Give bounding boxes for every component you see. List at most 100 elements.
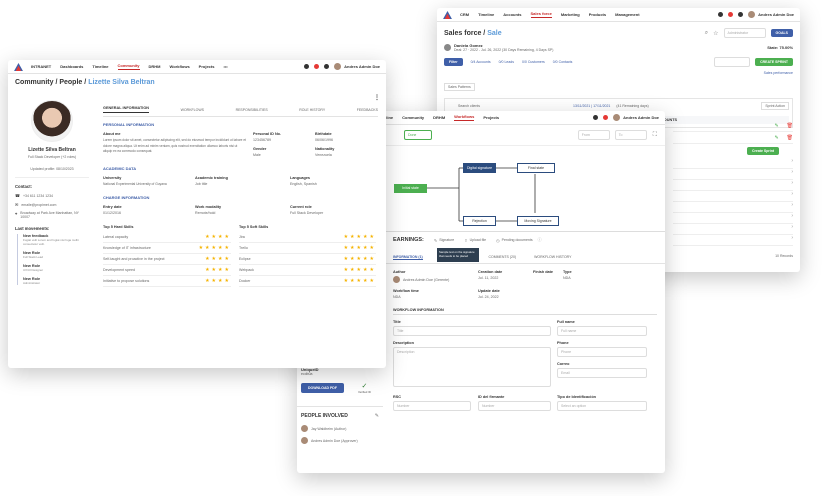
more-menu-icon[interactable]: ••• — [223, 64, 227, 69]
nav-projects[interactable]: Projects — [483, 115, 499, 120]
search-clients-input[interactable]: Search clients — [458, 104, 538, 108]
from-select[interactable]: From — [577, 130, 610, 140]
upload-icon[interactable]: ⇪ — [464, 238, 467, 243]
nav-dashboards[interactable]: Dashboards — [60, 64, 83, 69]
sales-patterns-chip[interactable]: Sales Patterns — [444, 83, 475, 91]
nav-timeline[interactable]: Timeline — [478, 12, 494, 17]
pending-icon[interactable]: ◷ — [496, 238, 500, 243]
create-sprint-button[interactable]: CREATE SPRINT — [755, 58, 793, 66]
id-type-select[interactable]: Select an option — [557, 401, 647, 411]
signer-id-input[interactable]: Number — [478, 401, 551, 411]
edit-icon[interactable]: ✎ — [774, 135, 778, 141]
flow-node-initial[interactable]: Initial state — [394, 184, 427, 193]
nav-crm[interactable]: CRM — [460, 12, 469, 17]
tab-accounts[interactable]: 0/4 Accounts — [471, 60, 491, 64]
tab-comments[interactable]: COMMENTS (20) — [488, 255, 516, 260]
title-input[interactable]: Title — [393, 326, 551, 336]
collapsed-row[interactable]: › — [673, 202, 793, 213]
value-select[interactable] — [714, 57, 751, 67]
user-name[interactable]: Andres Admin Doe — [623, 115, 659, 120]
nav-drhm[interactable]: DRHM — [433, 115, 445, 120]
notifications-icon[interactable] — [304, 64, 310, 69]
collapsed-row[interactable]: › — [673, 213, 793, 224]
search-icon[interactable]: ⌕ — [705, 30, 708, 37]
fullscreen-icon[interactable]: ⛶ — [653, 132, 657, 139]
download-pdf-button[interactable]: DOWNLOAD PDF — [301, 383, 344, 393]
nav-workflows[interactable]: Workflows — [170, 64, 190, 69]
date-range[interactable]: 13/11/2021 | 17/11/2021 — [573, 104, 610, 108]
nav-drhm[interactable]: DRHM — [149, 64, 161, 69]
star-icon[interactable]: ☆ — [713, 30, 718, 37]
flow-node-digital-signature[interactable]: Digital signature — [463, 163, 496, 173]
tab-workflow-history[interactable]: WORKFLOW HISTORY — [534, 255, 571, 260]
more-options-icon[interactable]: ⋮ — [374, 94, 380, 101]
avatar[interactable] — [334, 63, 342, 70]
edit-icon[interactable]: ✎ — [774, 123, 778, 129]
signature-action[interactable]: Signature — [439, 238, 454, 242]
avatar[interactable] — [613, 114, 621, 121]
nav-accounts[interactable]: Accounts — [503, 12, 521, 17]
signature-icon[interactable]: ✎ — [434, 238, 437, 243]
collapsed-row[interactable]: › — [673, 224, 793, 235]
nav-management[interactable]: Management — [615, 12, 639, 17]
table-row[interactable]: ✎ 🗑 — [673, 132, 793, 144]
collapsed-row[interactable]: › — [673, 169, 793, 180]
flow-node-final[interactable]: Final state — [517, 163, 555, 173]
notifications-icon[interactable] — [718, 12, 724, 17]
tab-customers[interactable]: 0/0 Customers — [522, 60, 545, 64]
description-textarea[interactable]: Description — [393, 347, 551, 387]
nav-workflows[interactable]: Workflows — [454, 114, 475, 121]
tab-information[interactable]: INFORMATION (1) — [393, 255, 423, 260]
tab-responsibilities[interactable]: RESPONSIBILITIES — [236, 108, 268, 112]
settings-icon[interactable] — [738, 12, 744, 17]
flow-node-rejection[interactable]: Rejection — [463, 216, 496, 226]
nav-community[interactable]: Community — [117, 63, 140, 70]
pending-action[interactable]: Pending documents — [502, 238, 533, 242]
alerts-icon[interactable] — [603, 115, 609, 120]
delete-icon[interactable]: 🗑 — [787, 135, 793, 141]
delete-icon[interactable]: 🗑 — [787, 123, 793, 129]
tab-workflows[interactable]: WORKFLOWS — [181, 108, 204, 112]
nav-products[interactable]: Products — [589, 12, 606, 17]
admin-select[interactable]: Administrator — [723, 28, 766, 38]
tab-general-information[interactable]: GENERAL INFORMATION — [103, 106, 150, 113]
nav-intranet[interactable]: INTRANET — [31, 64, 51, 69]
sales-performance-link[interactable]: Sales performance — [764, 71, 793, 75]
user-name[interactable]: Andres Admin Doe — [344, 64, 380, 69]
filter-button[interactable]: Filter — [444, 58, 463, 66]
avatar[interactable] — [748, 11, 756, 18]
nav-timeline[interactable]: Timeline — [92, 64, 108, 69]
edit-people-icon[interactable]: ✎ — [375, 413, 379, 419]
upload-action[interactable]: Upload file — [470, 238, 487, 242]
notifications-icon[interactable] — [593, 115, 599, 120]
settings-icon[interactable] — [324, 64, 330, 69]
nav-sales-force[interactable]: Sales force — [530, 11, 552, 18]
sprint-action-select[interactable]: Sprint Action — [761, 102, 789, 110]
phone-input[interactable]: Phone — [557, 347, 647, 357]
contact-email[interactable]: emaile@propimet.com — [21, 203, 56, 207]
email-input[interactable]: Email — [557, 368, 647, 378]
nav-community[interactable]: Community — [402, 115, 424, 120]
tab-leads[interactable]: 0/0 Leads — [499, 60, 514, 64]
flow-node-moving-signature[interactable]: Moving Signature — [517, 216, 559, 226]
collapsed-row[interactable]: › — [673, 180, 793, 191]
tab-role-history[interactable]: ROLE HISTORY — [299, 108, 325, 112]
tab-feedbacks[interactable]: FEEDBACKS — [357, 108, 378, 112]
to-select[interactable]: To — [614, 130, 647, 140]
collapsed-row[interactable]: › — [673, 191, 793, 202]
alerts-icon[interactable] — [314, 64, 320, 69]
goals-button[interactable]: GOALS — [770, 29, 793, 37]
info-icon[interactable]: ⓘ — [538, 237, 542, 243]
user-name[interactable]: Andres Admin Doe — [758, 12, 794, 17]
nav-projects[interactable]: Projects — [199, 64, 215, 69]
table-row[interactable]: ✎ 🗑 — [673, 120, 793, 132]
full-name-input[interactable]: Full name — [557, 326, 647, 336]
create-sprint-small-button[interactable]: Create Sprint — [747, 147, 779, 155]
status-select[interactable]: Done — [404, 130, 432, 140]
nav-marketing[interactable]: Marketing — [561, 12, 580, 17]
collapsed-row[interactable]: › — [673, 235, 793, 246]
rsc-input[interactable]: Number — [393, 401, 471, 411]
collapsed-row[interactable]: › — [673, 158, 793, 169]
alerts-icon[interactable] — [728, 12, 734, 17]
tab-contacts[interactable]: 0/0 Contacts — [553, 60, 573, 64]
